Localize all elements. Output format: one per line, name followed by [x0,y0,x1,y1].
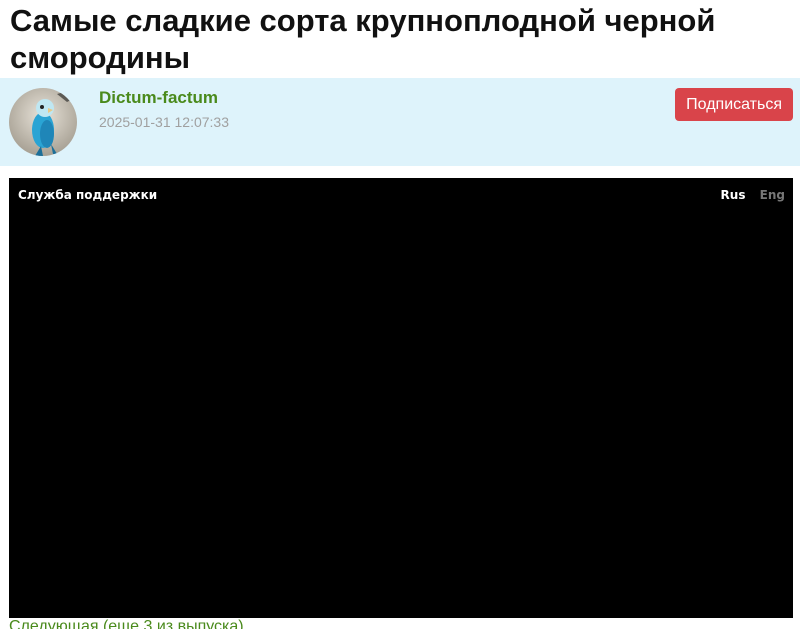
lang-eng-option[interactable]: Eng [760,188,785,202]
author-avatar[interactable] [9,88,77,156]
video-player[interactable]: Служба поддержки Rus Eng [9,178,793,618]
language-switch: Rus Eng [721,188,785,202]
parrot-avatar-icon [9,88,77,156]
page: Самые сладкие сорта крупноплодной черной… [0,0,800,629]
subscribe-button[interactable]: Подписаться [675,88,793,121]
lang-rus-option[interactable]: Rus [721,188,746,202]
support-service-label[interactable]: Служба поддержки [18,188,157,202]
author-name-link[interactable]: Dictum-factum [99,88,218,108]
article-title: Самые сладкие сорта крупноплодной черной… [10,3,716,75]
author-bar: Dictum-factum 2025-01-31 12:07:33 Подпис… [0,78,800,166]
next-article-link[interactable]: Следующая (еще 3 из выпуска) [9,617,244,629]
post-date: 2025-01-31 12:07:33 [99,114,229,130]
